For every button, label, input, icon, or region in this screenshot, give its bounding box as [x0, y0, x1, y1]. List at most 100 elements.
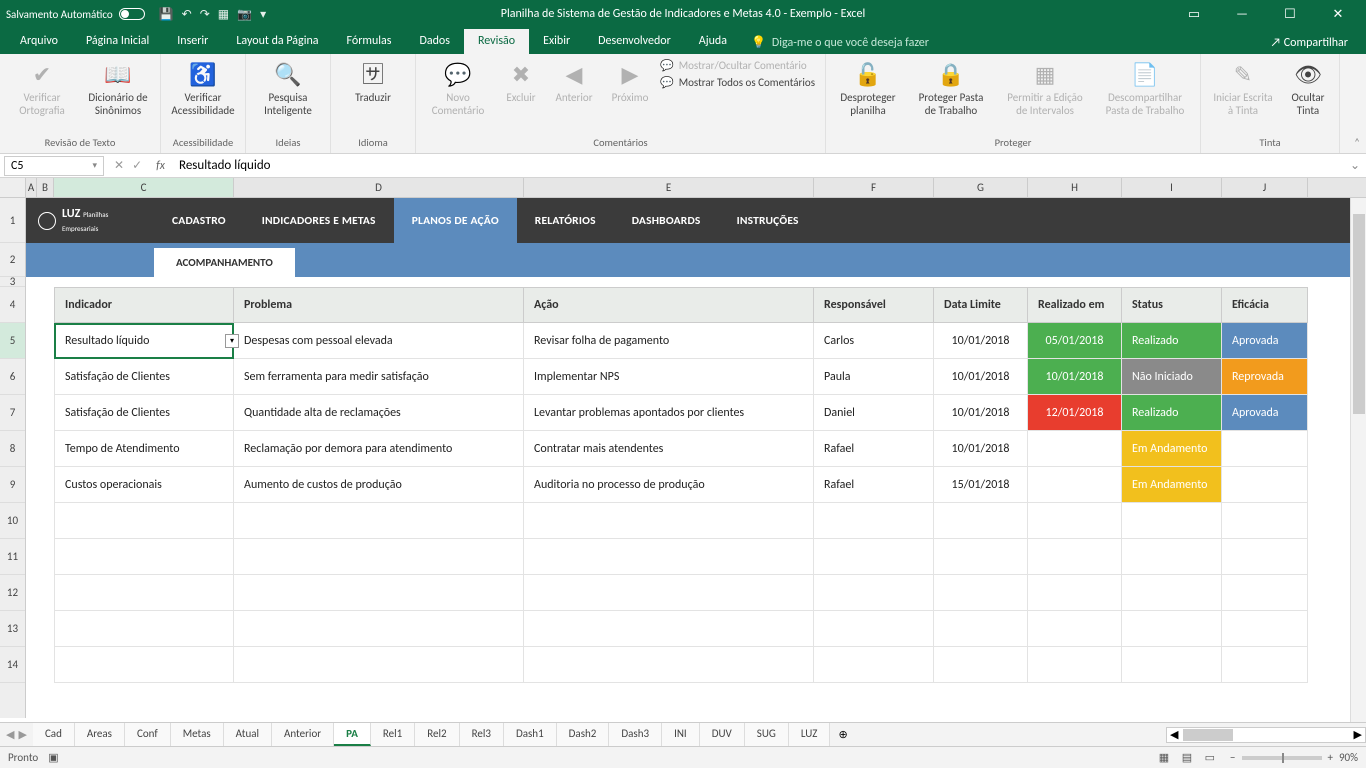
next-comment-button[interactable]: ▶Próximo — [604, 58, 656, 117]
tab-pagina-inicial[interactable]: Página Inicial — [72, 29, 163, 54]
row-header[interactable]: 14 — [0, 647, 25, 683]
row-header[interactable]: 2 — [0, 243, 25, 277]
subtab-acompanhamento[interactable]: ACOMPANHAMENTO — [154, 248, 295, 277]
select-all-corner[interactable] — [0, 178, 26, 197]
scroll-right-icon[interactable]: ▶ — [1351, 728, 1365, 741]
cell-limite[interactable]: 10/01/2018 — [934, 359, 1028, 395]
table-row-empty[interactable] — [54, 503, 1366, 539]
th-indicador[interactable]: Indicador — [54, 287, 234, 323]
zoom-level[interactable]: 90% — [1339, 751, 1358, 764]
sheet-tab[interactable]: Atual — [224, 723, 272, 746]
col-header[interactable]: I — [1122, 178, 1222, 197]
translate-button[interactable]: 🈂Traduzir — [337, 58, 409, 105]
sheet-tab[interactable]: PA — [334, 723, 371, 746]
cell-status[interactable]: Não Iniciado — [1122, 359, 1222, 395]
cell-problema[interactable]: Reclamação por demora para atendimento — [234, 431, 524, 467]
col-header[interactable]: C — [54, 178, 234, 197]
row-header[interactable]: 13 — [0, 611, 25, 647]
table-row[interactable]: Tempo de AtendimentoReclamação por demor… — [54, 431, 1366, 467]
sheet-tab[interactable]: Dash1 — [504, 723, 557, 746]
maximize-icon[interactable]: ☐ — [1268, 0, 1312, 28]
cell-responsavel[interactable]: Carlos — [814, 323, 934, 359]
scroll-thumb[interactable] — [1183, 729, 1233, 741]
row-header[interactable]: 3 — [0, 277, 25, 287]
collapse-ribbon-icon[interactable]: ˄ — [1354, 136, 1360, 149]
col-header[interactable]: D — [234, 178, 524, 197]
sheet-tab[interactable]: Metas — [171, 723, 224, 746]
close-icon[interactable]: ✕ — [1316, 0, 1360, 28]
table-row-empty[interactable] — [54, 647, 1366, 683]
table-row[interactable]: Satisfação de ClientesSem ferramenta par… — [54, 359, 1366, 395]
cell-acao[interactable]: Contratar mais atendentes — [524, 431, 814, 467]
th-eficacia[interactable]: Eficácia — [1222, 287, 1308, 323]
cell-realizado[interactable] — [1028, 467, 1122, 503]
scroll-left-icon[interactable]: ◀ — [1167, 728, 1181, 741]
tab-inserir[interactable]: Inserir — [163, 29, 222, 54]
tell-me-search[interactable]: 💡 Diga-me o que você deseja fazer — [741, 31, 939, 54]
col-header[interactable]: E — [524, 178, 814, 197]
autosave-toggle[interactable]: Salvamento Automático — [6, 8, 145, 21]
cell-limite[interactable]: 10/01/2018 — [934, 431, 1028, 467]
cell-problema[interactable]: Quantidade alta de reclamações — [234, 395, 524, 431]
share-button[interactable]: ↗ Compartilhar — [1258, 32, 1360, 54]
table-icon[interactable]: ▦ — [218, 7, 229, 22]
sheet-tab[interactable]: Conf — [125, 723, 171, 746]
sheet-tab[interactable]: Dash3 — [609, 723, 662, 746]
tab-exibir[interactable]: Exibir — [529, 29, 584, 54]
tab-arquivo[interactable]: Arquivo — [6, 29, 72, 54]
vertical-scrollbar[interactable] — [1350, 198, 1366, 722]
row-header[interactable]: 1 — [0, 198, 25, 243]
allow-edit-ranges-button[interactable]: ▦Permitir a Edição de Intervalos — [998, 58, 1092, 117]
nav-dashboards[interactable]: DASHBOARDS — [614, 198, 719, 243]
cell-indicador[interactable]: Custos operacionais — [54, 467, 234, 503]
scroll-thumb[interactable] — [1353, 214, 1365, 414]
row-header[interactable]: 4 — [0, 287, 25, 323]
col-header[interactable]: G — [934, 178, 1028, 197]
tab-layout[interactable]: Layout da Página — [222, 29, 332, 54]
col-header[interactable]: H — [1028, 178, 1122, 197]
fx-icon[interactable]: fx — [148, 159, 173, 173]
tab-ajuda[interactable]: Ajuda — [685, 29, 741, 54]
spell-check-button[interactable]: ✔Verificar Ortografia — [6, 58, 78, 117]
expand-formula-icon[interactable]: ⌄ — [1344, 158, 1366, 173]
nav-instrucoes[interactable]: INSTRUÇÕES — [719, 198, 817, 243]
th-problema[interactable]: Problema — [234, 287, 524, 323]
nav-planos[interactable]: PLANOS DE AÇÃO — [394, 198, 517, 243]
sheet-tab[interactable]: LUZ — [789, 723, 831, 746]
tab-formulas[interactable]: Fórmulas — [333, 29, 406, 54]
cell-indicador[interactable]: Tempo de Atendimento — [54, 431, 234, 467]
delete-comment-button[interactable]: ✖Excluir — [498, 58, 544, 117]
cell-status[interactable]: Em Andamento — [1122, 467, 1222, 503]
cell-responsavel[interactable]: Daniel — [814, 395, 934, 431]
sheet-nav-next-icon[interactable]: ▶ — [18, 728, 26, 741]
show-all-comments-button[interactable]: 💬Mostrar Todos os Comentários — [656, 75, 819, 90]
row-header[interactable]: 11 — [0, 539, 25, 575]
cell-realizado[interactable]: 12/01/2018 — [1028, 395, 1122, 431]
add-sheet-button[interactable]: ⊕ — [830, 728, 855, 741]
macro-icon[interactable]: ▣ — [48, 751, 58, 764]
cell-acao[interactable]: Levantar problemas apontados por cliente… — [524, 395, 814, 431]
tab-dados[interactable]: Dados — [405, 29, 463, 54]
table-row[interactable]: Satisfação de ClientesQuantidade alta de… — [54, 395, 1366, 431]
sheet-tab[interactable]: Dash2 — [557, 723, 610, 746]
new-comment-button[interactable]: 💬Novo Comentário — [422, 58, 494, 117]
normal-view-icon[interactable]: ▦ — [1154, 748, 1174, 767]
row-header[interactable]: 7 — [0, 395, 25, 431]
row-header[interactable]: 6 — [0, 359, 25, 395]
table-row[interactable]: Custos operacionaisAumento de custos de … — [54, 467, 1366, 503]
protect-workbook-button[interactable]: 🔒Proteger Pasta de Trabalho — [908, 58, 994, 117]
cell-indicador[interactable]: Satisfação de Clientes — [54, 395, 234, 431]
cell-realizado[interactable] — [1028, 431, 1122, 467]
cell-problema[interactable]: Despesas com pessoal elevada — [234, 323, 524, 359]
cell-limite[interactable]: 10/01/2018 — [934, 323, 1028, 359]
nav-relatorios[interactable]: RELATÓRIOS — [517, 198, 614, 243]
th-realizado[interactable]: Realizado em — [1028, 287, 1122, 323]
enter-icon[interactable]: ✓ — [132, 158, 142, 173]
unshare-workbook-button[interactable]: 📄Descompartilhar Pasta de Trabalho — [1096, 58, 1194, 117]
nav-cadastro[interactable]: CADASTRO — [154, 198, 244, 243]
th-limite[interactable]: Data Limite — [934, 287, 1028, 323]
cell-eficacia[interactable]: Aprovada — [1222, 323, 1308, 359]
cell-acao[interactable]: Auditoria no processo de produção — [524, 467, 814, 503]
zoom-slider[interactable] — [1242, 756, 1322, 760]
sheet-tab[interactable]: INI — [662, 723, 700, 746]
